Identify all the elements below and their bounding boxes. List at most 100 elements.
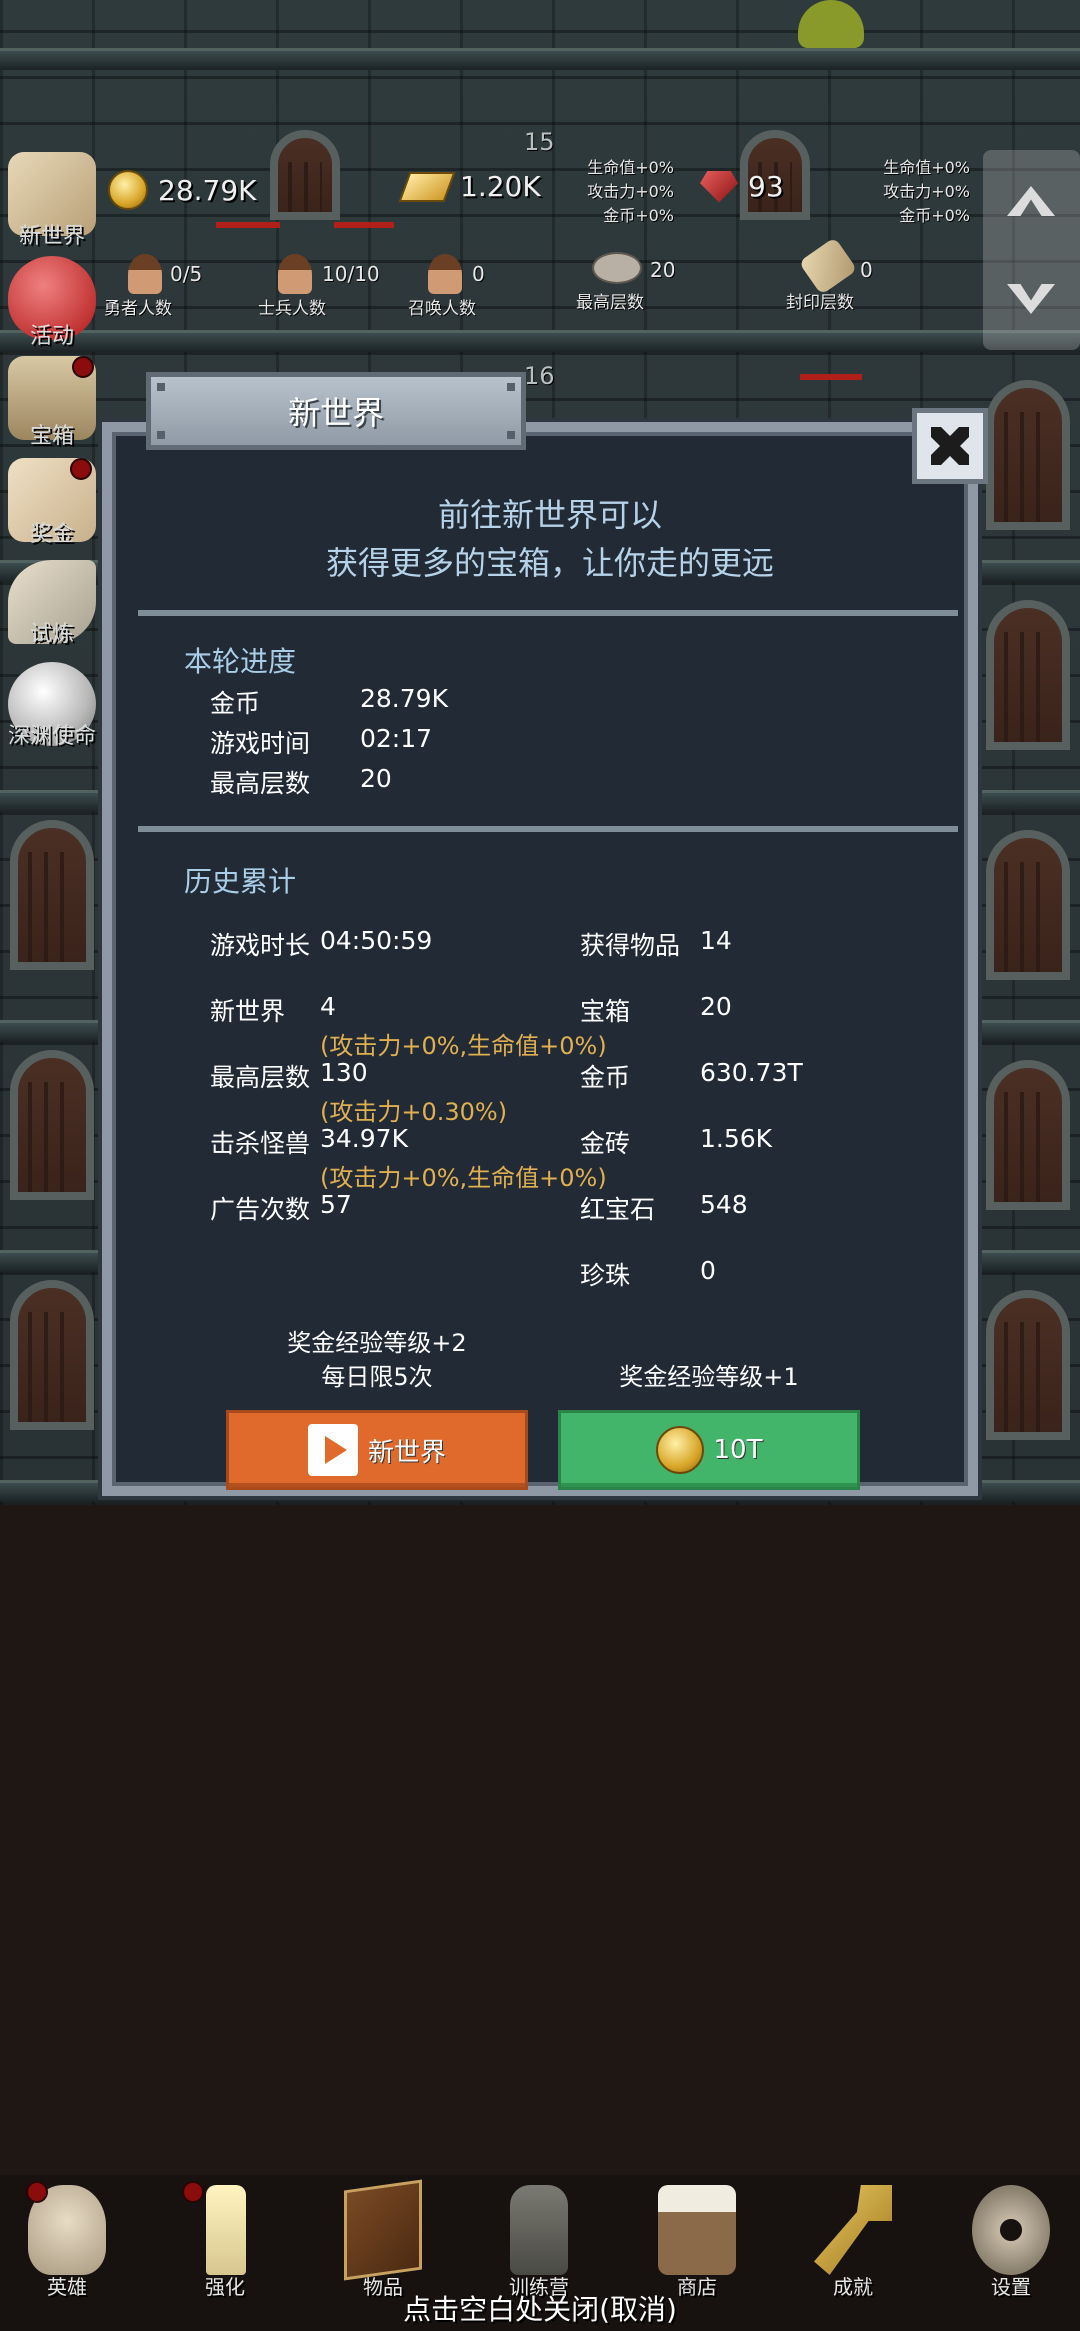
history-pearl-label: 珍珠 — [580, 1261, 631, 1290]
side-item-new-world[interactable]: 新世界 — [0, 152, 104, 252]
floor-number: 15 — [524, 128, 555, 156]
book-icon — [344, 2179, 422, 2281]
history-gold-bar-label: 金砖 — [580, 1129, 631, 1158]
dark-floor-area — [0, 1505, 1080, 2175]
history-ads-value: 57 — [320, 1190, 352, 1219]
gold-coin-icon — [108, 170, 148, 210]
close-hint[interactable]: 点击空白处关闭(取消) — [0, 2288, 1080, 2328]
hero-avatar-icon — [128, 254, 162, 294]
dungeon-door — [986, 380, 1070, 530]
dialog-intro-line1: 前往新世界可以 — [437, 496, 662, 534]
lantern-icon — [510, 2185, 568, 2275]
ruby-counter: 93 — [700, 170, 784, 203]
history-gold-value: 630.73T — [700, 1058, 803, 1087]
history-new-world-value: 4 — [320, 992, 336, 1021]
history-new-world-label: 新世界 — [210, 997, 286, 1026]
history-chest-label: 宝箱 — [580, 997, 631, 1026]
history-kills-label: 击杀怪兽 — [210, 1129, 311, 1158]
bonus-stats-right: 生命值+0% 攻击力+0% 金币+0% — [883, 158, 970, 225]
hero-count: 0/5 — [170, 262, 203, 286]
soldier-count-label: 士兵人数 — [258, 299, 326, 319]
new-world-gold-button[interactable]: 10T — [558, 1410, 860, 1490]
ruby-icon — [700, 170, 738, 203]
health-bar — [334, 222, 394, 228]
candle-icon — [206, 2185, 246, 2275]
new-world-dialog: 前往新世界可以 获得更多的宝箱，让你走的更远 本轮进度 金币 28.79K 游戏… — [102, 422, 978, 1496]
summon-count: 0 — [472, 262, 485, 286]
summon-count-label: 召唤人数 — [408, 299, 476, 319]
round-max-floor-label: 最高层数 — [210, 769, 311, 798]
scroll-down-icon[interactable] — [1007, 284, 1055, 314]
dungeon-door — [986, 830, 1070, 980]
history-playtime-value: 04:50:59 — [320, 926, 433, 955]
floor-scroll-control — [983, 150, 1080, 350]
round-gold-value: 28.79K — [360, 684, 448, 713]
notification-dot — [26, 2181, 48, 2203]
history-items-value: 14 — [700, 926, 732, 955]
side-item-abyss-mission[interactable]: 深渊使命 — [0, 662, 104, 762]
gold-bar-counter: 1.20K — [398, 170, 541, 203]
history-max-floor-label: 最高层数 — [210, 1063, 311, 1092]
history-kills-value: 34.97K — [320, 1124, 408, 1153]
history-items-label: 获得物品 — [580, 931, 681, 960]
soldier-avatar-icon — [278, 254, 312, 294]
side-item-trial[interactable]: 试炼 — [0, 560, 104, 660]
slime-monster — [798, 0, 864, 48]
close-button[interactable] — [912, 408, 988, 484]
dungeon-door — [10, 1050, 94, 1200]
section-divider — [138, 826, 958, 832]
history-ruby-value: 548 — [700, 1190, 748, 1219]
history-ruby-label: 红宝石 — [580, 1195, 656, 1224]
side-item-chest[interactable]: 宝箱 — [0, 356, 104, 456]
max-floor-count: 20 — [650, 258, 676, 282]
dialog-intro-line2: 获得更多的宝箱，让你走的更远 — [325, 544, 774, 582]
dungeon-door — [10, 820, 94, 970]
new-world-button-note: 奖金经验等级+2 每日限5次 — [287, 1329, 467, 1391]
gold-coin-icon — [655, 1426, 704, 1474]
dungeon-door — [10, 1280, 94, 1430]
floor-number: 16 — [524, 362, 555, 390]
rivet — [507, 383, 515, 391]
gold-button-note: 奖金经验等级+1 — [619, 1363, 799, 1391]
round-time-label: 游戏时间 — [210, 729, 311, 758]
kills-bonus: (攻击力+0%,生命值+0%) — [320, 1164, 607, 1192]
stone-icon — [592, 252, 642, 284]
mug-icon — [658, 2185, 736, 2275]
scroll-up-icon[interactable] — [1007, 186, 1055, 216]
max-floor-label: 最高层数 — [576, 293, 644, 313]
history-chest-value: 20 — [700, 992, 732, 1021]
key-icon — [814, 2185, 892, 2275]
rivet — [157, 383, 165, 391]
round-progress-title: 本轮进度 — [184, 645, 297, 678]
close-icon — [931, 427, 969, 465]
side-item-events[interactable]: 活动 — [0, 256, 104, 356]
hero-count-label: 勇者人数 — [104, 299, 172, 319]
rivet — [157, 431, 165, 439]
sealed-floor-label: 封印层数 — [786, 293, 854, 313]
gold-counter: 28.79K — [108, 170, 257, 210]
rivet — [507, 431, 515, 439]
dungeon-door — [986, 600, 1070, 750]
health-bar — [800, 374, 862, 380]
history-max-floor-value: 130 — [320, 1058, 368, 1087]
dialog-title: 新世界 — [146, 372, 526, 450]
round-gold-label: 金币 — [210, 689, 261, 718]
soldier-count: 10/10 — [322, 262, 380, 286]
new-world-ad-button[interactable]: 新世界 — [226, 1410, 528, 1490]
dungeon-door — [986, 1060, 1070, 1210]
floor-divider — [0, 48, 1080, 70]
notification-dot — [182, 2181, 204, 2203]
video-play-icon — [307, 1424, 358, 1476]
history-gold-label: 金币 — [580, 1063, 631, 1092]
gold-bar-icon — [398, 171, 456, 202]
floor-divider — [0, 330, 1080, 352]
max-floor-bonus: (攻击力+0.30%) — [320, 1098, 508, 1126]
notification-dot — [72, 356, 94, 378]
dungeon-door — [986, 1290, 1070, 1440]
notification-dot — [70, 458, 92, 480]
health-bar — [216, 222, 280, 228]
history-pearl-value: 0 — [700, 1256, 716, 1285]
side-item-bonus[interactable]: 奖金 — [0, 458, 104, 558]
summon-avatar-icon — [428, 254, 462, 294]
gear-icon — [972, 2185, 1050, 2275]
